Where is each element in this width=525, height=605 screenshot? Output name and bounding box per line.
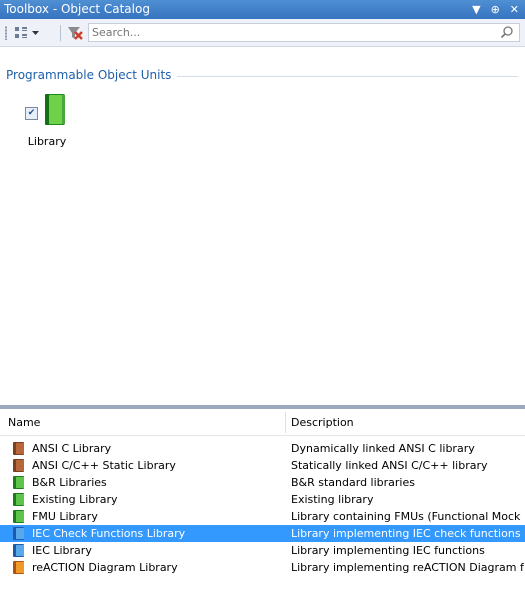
orange-book-icon bbox=[13, 561, 24, 574]
list-item[interactable]: IEC Check Functions Library Library imple… bbox=[0, 525, 525, 542]
toolbar bbox=[0, 19, 525, 47]
window-title: Toolbox - Object Catalog bbox=[4, 2, 150, 16]
blue-book-icon bbox=[13, 544, 24, 557]
list-item-name: reACTION Diagram Library bbox=[32, 561, 178, 574]
column-header-description[interactable]: Description bbox=[291, 409, 354, 435]
list-rows: ANSI C Library Dynamically linked ANSI C … bbox=[0, 440, 525, 576]
catalog-item-library[interactable]: ✔ Library bbox=[22, 93, 92, 153]
list-item-name: IEC Check Functions Library bbox=[32, 527, 186, 540]
brown-book-icon bbox=[13, 442, 24, 455]
list-item[interactable]: Existing Library Existing library bbox=[0, 491, 525, 508]
green-book-icon bbox=[45, 94, 65, 125]
list-item-description: Library implementing IEC functions bbox=[291, 544, 485, 557]
library-checkbox[interactable]: ✔ bbox=[25, 107, 38, 120]
toolbar-separator bbox=[60, 25, 61, 41]
search-input[interactable] bbox=[89, 24, 475, 41]
chevron-down-icon bbox=[32, 30, 39, 35]
group-header[interactable]: Programmable Object Units bbox=[6, 68, 518, 84]
list-item[interactable]: reACTION Diagram Library Library implemen… bbox=[0, 559, 525, 576]
list-item-description: Dynamically linked ANSI C library bbox=[291, 442, 475, 455]
library-list: Name Description ANSI C Library Dynamical… bbox=[0, 409, 525, 605]
view-mode-dropdown-button[interactable] bbox=[13, 23, 40, 42]
list-item[interactable]: IEC Library Library implementing IEC func… bbox=[0, 542, 525, 559]
list-header: Name Description bbox=[0, 409, 525, 436]
list-item-name: FMU Library bbox=[32, 510, 98, 523]
list-item-description: Statically linked ANSI C/C++ library bbox=[291, 459, 488, 472]
list-item[interactable]: ANSI C/C++ Static Library Statically link… bbox=[0, 457, 525, 474]
group-title: Programmable Object Units bbox=[6, 68, 178, 82]
catalog-item-label: Library bbox=[27, 135, 67, 148]
clear-filter-button[interactable] bbox=[66, 23, 84, 42]
close-icon[interactable]: ✕ bbox=[510, 0, 519, 19]
green-book-icon bbox=[13, 493, 24, 506]
list-item-description: B&R standard libraries bbox=[291, 476, 415, 489]
green-book-icon bbox=[13, 510, 24, 523]
search-icon[interactable] bbox=[500, 25, 514, 39]
list-item-description: Library containing FMUs (Functional Mock bbox=[291, 510, 521, 523]
list-item-description: Library implementing reACTION Diagram f bbox=[291, 561, 524, 574]
list-item[interactable]: B&R Libraries B&R standard libraries bbox=[0, 474, 525, 491]
clear-filter-icon bbox=[68, 26, 83, 40]
column-header-name[interactable]: Name bbox=[8, 409, 40, 435]
list-item-name: B&R Libraries bbox=[32, 476, 107, 489]
toolbar-grip-icon[interactable] bbox=[5, 26, 7, 40]
dropdown-arrow-icon[interactable]: ▼ bbox=[472, 0, 480, 19]
object-catalog-pane: Programmable Object Units ✔ Library bbox=[0, 47, 525, 405]
list-item-description: Existing library bbox=[291, 493, 374, 506]
window-title-bar[interactable]: Toolbox - Object Catalog ▼ ⊕ ✕ bbox=[0, 0, 525, 19]
list-item-name: IEC Library bbox=[32, 544, 92, 557]
green-book-icon bbox=[13, 476, 24, 489]
list-item[interactable]: FMU Library Library containing FMUs (Func… bbox=[0, 508, 525, 525]
pin-icon[interactable]: ⊕ bbox=[491, 0, 500, 19]
search-field[interactable] bbox=[88, 23, 520, 42]
list-item[interactable]: ANSI C Library Dynamically linked ANSI C … bbox=[0, 440, 525, 457]
list-item-description: Library implementing IEC check functions bbox=[291, 527, 521, 540]
list-item-name: ANSI C Library bbox=[32, 442, 112, 455]
list-item-name: ANSI C/C++ Static Library bbox=[32, 459, 176, 472]
blue-book-icon bbox=[13, 527, 24, 540]
list-item-name: Existing Library bbox=[32, 493, 118, 506]
column-divider[interactable] bbox=[285, 412, 286, 433]
brown-book-icon bbox=[13, 459, 24, 472]
grid-view-icon bbox=[15, 26, 27, 38]
